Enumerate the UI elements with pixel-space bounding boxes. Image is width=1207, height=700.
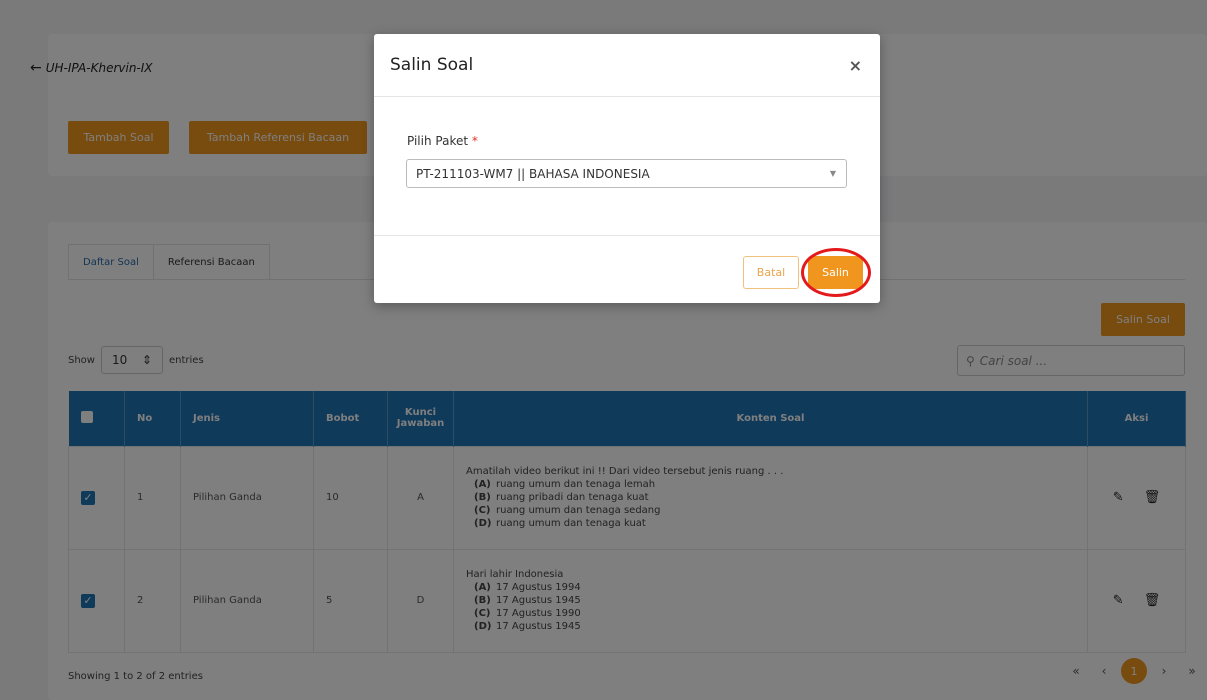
modal-footer: Batal Salin <box>374 236 880 302</box>
pilih-paket-label: Pilih Paket * <box>407 134 478 148</box>
modal-body: Pilih Paket * PT-211103-WM7 || BAHASA IN… <box>374 97 880 236</box>
modal-header: Salin Soal × <box>374 34 880 97</box>
modal-title: Salin Soal <box>390 55 474 75</box>
required-mark: * <box>471 134 478 148</box>
pilih-paket-select[interactable]: PT-211103-WM7 || BAHASA INDONESIA ▼ <box>406 159 847 188</box>
selected-package: PT-211103-WM7 || BAHASA INDONESIA <box>416 166 650 181</box>
chevron-down-icon: ▼ <box>829 169 836 178</box>
close-icon[interactable]: × <box>849 56 862 75</box>
highlight-annotation <box>801 248 871 297</box>
batal-button[interactable]: Batal <box>743 256 799 289</box>
salin-soal-modal: Salin Soal × Pilih Paket * PT-211103-WM7… <box>374 34 880 303</box>
